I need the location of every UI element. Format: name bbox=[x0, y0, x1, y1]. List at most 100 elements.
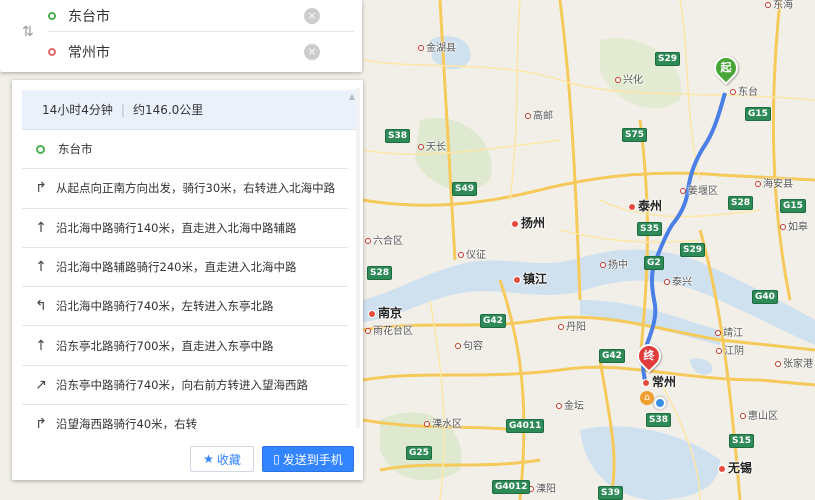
favorite-button[interactable]: ★ 收藏 bbox=[190, 446, 254, 472]
route-steps-list: 东台市 ↱ 从起点向正南方向出发，骑行30米，右转进入北海中路 ↑ 沿北海中路骑… bbox=[22, 130, 348, 430]
scroll-up-icon[interactable]: ▲ bbox=[349, 92, 355, 101]
origin-input[interactable] bbox=[68, 7, 288, 24]
place-label: 镇江 bbox=[513, 273, 547, 285]
road-shield: G2 bbox=[644, 256, 664, 270]
destination-row: × bbox=[48, 36, 354, 68]
place-label: 无锡 bbox=[718, 462, 752, 474]
steps-scrollbar[interactable] bbox=[356, 88, 360, 428]
route-duration: 14小时4分钟 bbox=[42, 103, 113, 117]
step-text: 沿望海西路骑行40米，右转 bbox=[56, 417, 198, 430]
destination-circle-icon bbox=[48, 48, 56, 56]
end-marker[interactable]: 终 bbox=[632, 339, 666, 374]
start-circle-icon bbox=[36, 144, 45, 154]
route-step[interactable]: ↑ 沿北海中路辅路骑行240米，直走进入北海中路 bbox=[22, 248, 348, 288]
road-shield: G15 bbox=[745, 107, 771, 121]
road-shield: S15 bbox=[729, 434, 755, 448]
place-label: 兴化 bbox=[615, 75, 643, 87]
route-step[interactable]: ↱ 从起点向正南方向出发，骑行30米，右转进入北海中路 bbox=[22, 169, 348, 209]
send-to-phone-label: 发送到手机 bbox=[282, 452, 343, 467]
road-shield: S28 bbox=[728, 196, 754, 210]
route-step[interactable]: ↗ 沿东亭中路骑行740米，向右前方转进入望海西路 bbox=[22, 366, 348, 406]
place-label: 东海 bbox=[765, 0, 793, 12]
turn-right-arrow-icon: ↱ bbox=[35, 180, 47, 197]
origin-row: × bbox=[48, 0, 354, 32]
turn-right-arrow-icon: ↱ bbox=[35, 416, 47, 430]
road-shield: S49 bbox=[452, 182, 478, 196]
phone-icon: ▯ bbox=[273, 452, 280, 466]
route-panel: 14小时4分钟 | 约146.0公里 ▲ 东台市 ↱ 从起点向正南方向出发，骑行… bbox=[12, 80, 363, 480]
route-distance: 约146.0公里 bbox=[132, 103, 204, 117]
clear-origin-icon[interactable]: × bbox=[304, 7, 320, 24]
road-shield: S29 bbox=[655, 52, 681, 66]
place-label: 扬中 bbox=[600, 260, 628, 272]
place-label: 溧阳 bbox=[528, 484, 556, 496]
current-location-icon[interactable] bbox=[654, 397, 666, 409]
place-label: 南京 bbox=[368, 307, 402, 319]
step-text: 东台市 bbox=[58, 142, 93, 157]
road-shield: G4011 bbox=[506, 419, 545, 433]
place-label: 泰州 bbox=[628, 200, 662, 212]
route-step[interactable]: ↑ 沿东亭北路骑行700米，直走进入东亭中路 bbox=[22, 326, 348, 366]
route-search-card: ⇅ × × bbox=[0, 0, 362, 72]
place-label: 雨花台区 bbox=[365, 326, 413, 338]
place-label: 六合区 bbox=[365, 236, 403, 248]
step-text: 沿东亭中路骑行740米，向右前方转进入望海西路 bbox=[56, 377, 308, 392]
place-label: 金湖县 bbox=[418, 43, 456, 55]
place-label: 丹阳 bbox=[558, 322, 586, 334]
place-label: 海安县 bbox=[755, 179, 793, 191]
step-text: 从起点向正南方向出发，骑行30米，右转进入北海中路 bbox=[56, 181, 336, 196]
place-label: 天长 bbox=[418, 142, 446, 154]
home-icon: ⌂ bbox=[640, 391, 654, 405]
summary-divider: | bbox=[120, 102, 125, 117]
road-shield: G42 bbox=[599, 349, 625, 363]
place-label: 句容 bbox=[455, 341, 483, 353]
road-shield: S38 bbox=[385, 129, 411, 143]
straight-arrow-icon: ↑ bbox=[35, 219, 47, 236]
road-shield: G42 bbox=[480, 314, 506, 328]
destination-input[interactable] bbox=[68, 44, 288, 60]
place-label: 金坛 bbox=[556, 401, 584, 413]
place-label: 江阴 bbox=[716, 346, 744, 358]
place-label: 仪征 bbox=[458, 250, 486, 262]
turn-left-arrow-icon: ↰ bbox=[35, 298, 47, 315]
place-label: 如皋 bbox=[780, 222, 808, 234]
road-shield: G25 bbox=[406, 446, 432, 460]
route-step[interactable]: 东台市 bbox=[22, 130, 348, 170]
road-shield: G40 bbox=[752, 290, 778, 304]
place-label: 高邮 bbox=[525, 111, 553, 123]
slight-right-arrow-icon: ↗ bbox=[35, 376, 47, 393]
route-step[interactable]: ↱ 沿望海西路骑行40米，右转 bbox=[22, 405, 348, 430]
place-label: 靖江 bbox=[715, 328, 743, 340]
step-text: 沿北海中路骑行140米，直走进入北海中路辅路 bbox=[56, 220, 297, 235]
step-text: 沿北海中路骑行740米，左转进入东亭北路 bbox=[56, 299, 274, 314]
place-label: 溧水区 bbox=[424, 419, 462, 431]
start-marker[interactable]: 起 bbox=[709, 51, 743, 86]
straight-arrow-icon: ↑ bbox=[35, 259, 47, 276]
place-label: 泰兴 bbox=[664, 277, 692, 289]
place-label: 扬州 bbox=[511, 217, 545, 229]
road-shield: S29 bbox=[680, 243, 706, 257]
place-label: 张家港 bbox=[775, 359, 813, 371]
route-step[interactable]: ↰ 沿北海中路骑行740米，左转进入东亭北路 bbox=[22, 287, 348, 327]
swap-icon[interactable]: ⇅ bbox=[22, 24, 40, 40]
origin-circle-icon bbox=[48, 11, 56, 20]
road-shield: S39 bbox=[598, 486, 624, 500]
road-shield: G15 bbox=[780, 199, 806, 213]
place-label: 姜堰区 bbox=[680, 186, 718, 198]
road-shield: S38 bbox=[646, 413, 672, 427]
road-shield: S35 bbox=[637, 222, 663, 236]
step-text: 沿东亭北路骑行700米，直走进入东亭中路 bbox=[56, 338, 274, 353]
road-shield: S28 bbox=[367, 266, 393, 280]
place-label: 惠山区 bbox=[740, 411, 778, 423]
route-summary[interactable]: 14小时4分钟 | 约146.0公里 bbox=[22, 90, 358, 130]
place-label: 东台 bbox=[730, 87, 758, 99]
road-shield: S75 bbox=[622, 128, 648, 142]
straight-arrow-icon: ↑ bbox=[35, 337, 47, 354]
send-to-phone-button[interactable]: ▯ 发送到手机 bbox=[262, 446, 354, 472]
step-text: 沿北海中路辅路骑行240米，直走进入北海中路 bbox=[56, 260, 297, 275]
favorite-label: 收藏 bbox=[216, 452, 241, 467]
star-icon: ★ bbox=[203, 452, 214, 466]
route-step[interactable]: ↑ 沿北海中路骑行140米，直走进入北海中路辅路 bbox=[22, 209, 348, 248]
road-shield: G4012 bbox=[492, 480, 531, 494]
clear-destination-icon[interactable]: × bbox=[304, 44, 320, 60]
